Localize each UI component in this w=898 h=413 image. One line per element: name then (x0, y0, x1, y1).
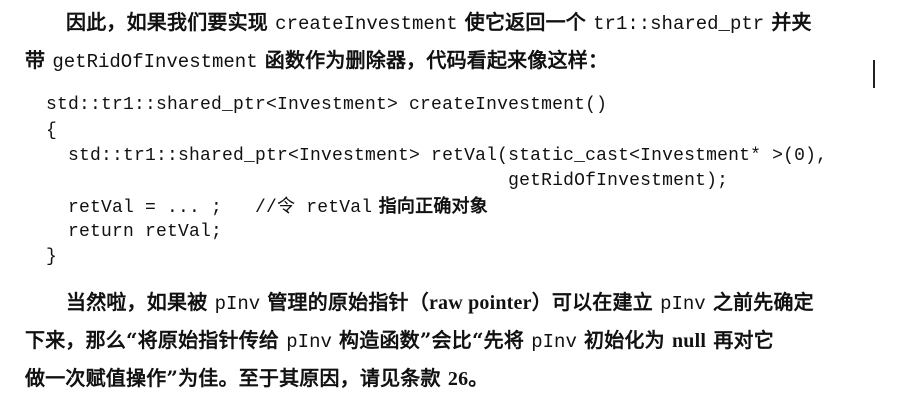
paragraph-2-line-1: 当然啦，如果被 pInv 管理的原始指针（raw pointer）可以在建立 p… (66, 292, 814, 314)
text-segment: ）可以在建立 (531, 290, 661, 314)
margin-rule (873, 60, 875, 88)
text-segment: 26 (447, 368, 469, 390)
text-segment: 初始化为 (576, 328, 672, 352)
code-line-7: } (46, 247, 58, 267)
paragraph-1-line-1: 因此，如果我们要实现 createInvestment 使它返回一个 tr1::… (66, 12, 812, 34)
text-segment: 使它返回一个 (457, 10, 594, 34)
text-segment: 。 (468, 366, 489, 390)
document-page: 因此，如果我们要实现 createInvestment 使它返回一个 tr1::… (0, 0, 898, 413)
code-line-2: { (46, 121, 58, 141)
paragraph-2-line-2: 下来，那么“将原始指针传给 pInv 构造函数”会比“先将 pInv 初始化为 … (25, 330, 774, 352)
inline-code: pInv (660, 293, 706, 315)
text-segment: 函数作为删除器，代码看起来像这样： (257, 48, 609, 72)
code-segment: retVal (306, 198, 373, 218)
text-segment: 当然啦，如果被 (66, 290, 215, 314)
text-segment: 下来，那么“将原始指针传给 (25, 328, 287, 352)
code-line-6: return retVal; (46, 222, 223, 242)
inline-code: createInvestment (275, 13, 458, 35)
inline-code: pInv (531, 331, 577, 353)
text-segment: 做一次赋值操作”为佳。至于其原因，请见条款 (25, 366, 448, 390)
inline-code: getRidOfInvestment (52, 51, 258, 73)
text-segment: 构造函数”会比“先将 (331, 328, 532, 352)
text-segment: null (671, 330, 707, 352)
code-line-5: retVal = ... ; //令 retVal 指向正确对象 (46, 196, 488, 218)
paragraph-1-line-2: 带 getRidOfInvestment 函数作为删除器，代码看起来像这样： (25, 50, 608, 72)
inline-code: tr1::shared_ptr (593, 13, 765, 35)
code-line-1: std::tr1::shared_ptr<Investment> createI… (46, 95, 608, 115)
inline-code: pInv (286, 331, 332, 353)
text-segment: 因此，如果我们要实现 (66, 10, 276, 34)
text-segment: raw pointer (428, 292, 532, 314)
code-line-3: std::tr1::shared_ptr<Investment> retVal(… (46, 146, 828, 166)
text-segment: 再对它 (706, 328, 774, 352)
code-segment: retVal = ... ; //令 (46, 198, 307, 218)
text-segment: 之前先确定 (705, 290, 814, 314)
inline-code: pInv (214, 293, 261, 315)
paragraph-2-line-3: 做一次赋值操作”为佳。至于其原因，请见条款 26。 (25, 368, 488, 389)
text-segment: 并夹 (764, 10, 812, 34)
text-segment: 管理的原始指针（ (260, 290, 429, 314)
text-segment: 带 (25, 48, 53, 72)
code-comment-text: 指向正确对象 (372, 196, 488, 217)
code-line-4: getRidOfInvestment); (46, 171, 729, 191)
